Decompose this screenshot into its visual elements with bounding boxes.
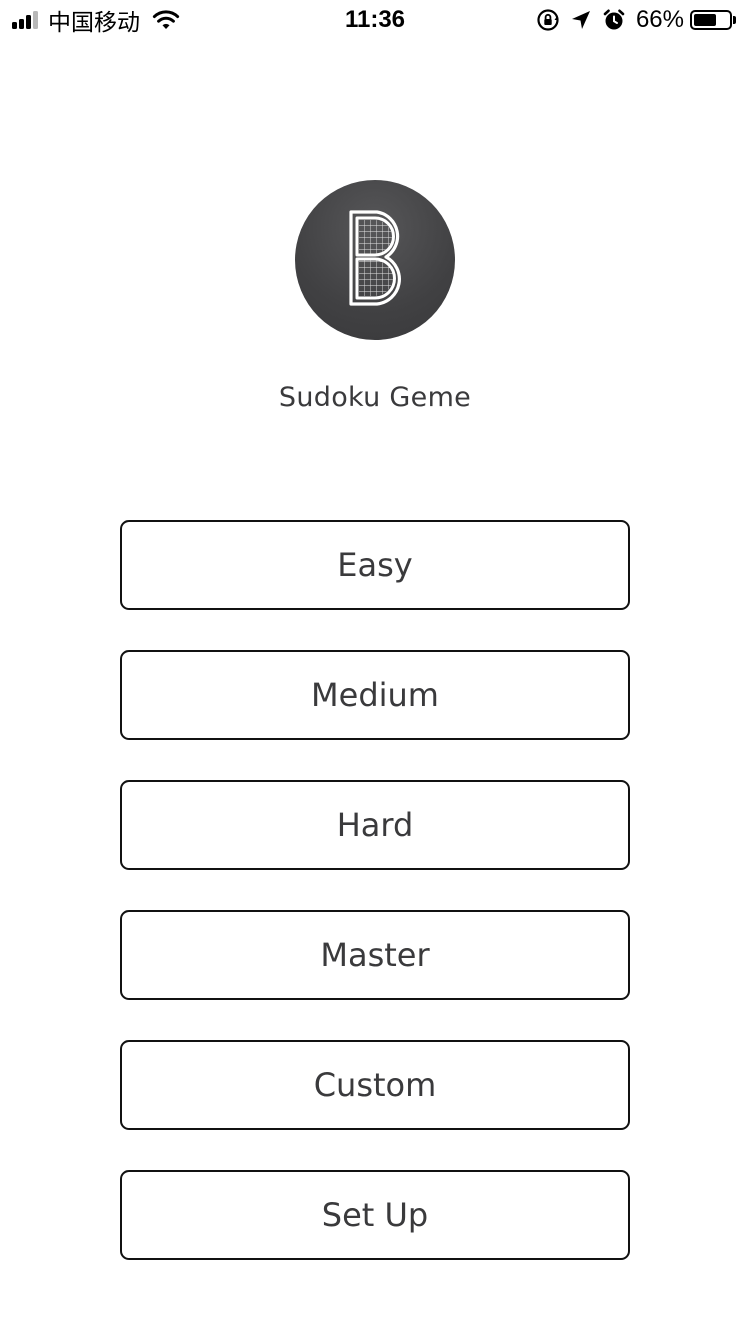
battery-tip — [733, 16, 736, 24]
battery-percent: 66% — [635, 6, 684, 33]
sudoku-b-logo-icon — [295, 180, 455, 340]
app-title: Sudoku Geme — [278, 382, 472, 413]
orientation-lock-icon — [537, 9, 559, 31]
medium-button[interactable]: Medium — [120, 650, 630, 740]
hard-button[interactable]: Hard — [120, 780, 630, 870]
location-arrow-icon — [571, 11, 590, 29]
master-button[interactable]: Master — [120, 910, 630, 1000]
easy-button[interactable]: Easy — [120, 520, 630, 610]
battery-level-fill — [694, 14, 716, 26]
status-bar: 中国移动 11:36 66% — [0, 0, 750, 40]
setup-button[interactable]: Set Up — [120, 1170, 630, 1260]
alarm-icon — [603, 9, 625, 30]
difficulty-menu: Easy Medium Hard Master Custom Set Up — [120, 520, 630, 1300]
battery-icon — [690, 10, 732, 30]
status-bar-right: 66% — [536, 0, 736, 40]
custom-button[interactable]: Custom — [120, 1040, 630, 1130]
